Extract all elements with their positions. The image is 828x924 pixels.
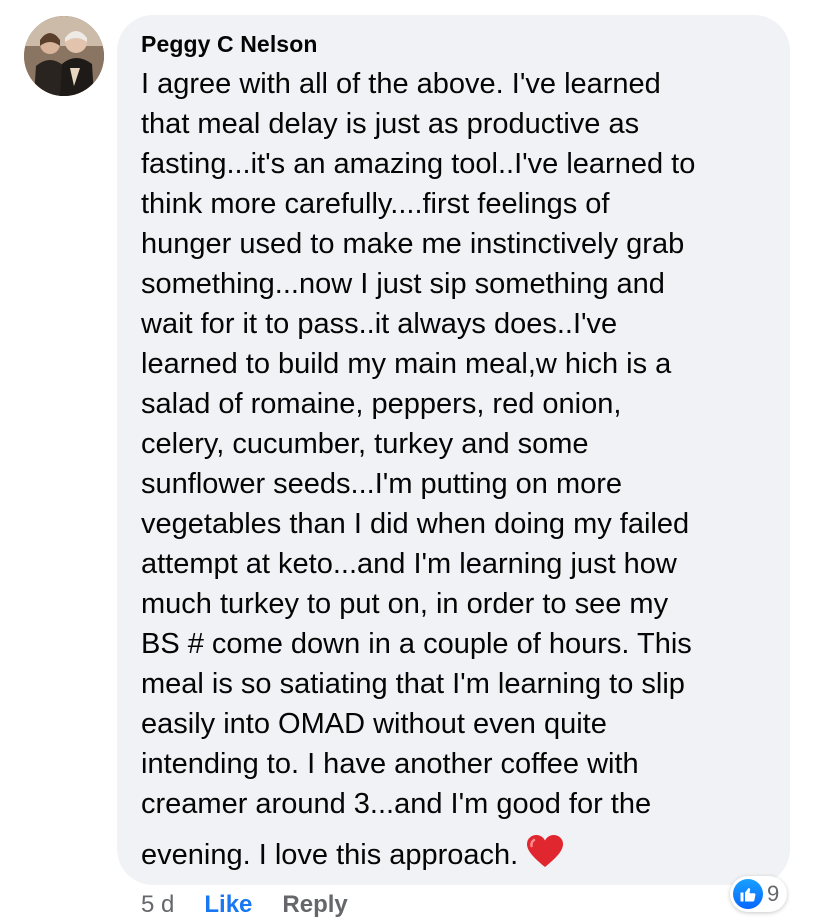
comment-line-text: easily into OMAD without even quite (141, 708, 607, 740)
comment-line: that meal delay is just as productive as (141, 104, 781, 144)
comment-line: think more carefully....first feelings o… (141, 184, 781, 224)
comment-line: sunflower seeds...I'm putting on more (141, 464, 781, 504)
comment-line: much turkey to put on, in order to see m… (141, 584, 781, 624)
comment-line-text: much turkey to put on, in order to see m… (141, 588, 669, 620)
heart-emoji (526, 834, 564, 879)
comment-line-text: think more carefully....first feelings o… (141, 188, 610, 220)
comment-line-text: something...now I just sip something and (141, 268, 665, 300)
comment-line-text: creamer around 3...and I'm good for the (141, 788, 652, 820)
comment-line-text: wait for it to pass..it always does..I'v… (141, 308, 618, 340)
comment-line-text: attempt at keto...and I'm learning just … (141, 548, 677, 580)
comment-actions: 5 d Like Reply (141, 891, 348, 919)
comment-body: I agree with all of the above. I've lear… (141, 64, 781, 879)
comment-line-text: fasting...it's an amazing tool..I've lea… (141, 148, 696, 180)
comment-line-text: evening. I love this approach. (141, 839, 519, 871)
comment-line-text: that meal delay is just as productive as (141, 108, 640, 140)
comment-age[interactable]: 5 d (141, 891, 174, 919)
comment-line-text: vegetables than I did when doing my fail… (141, 508, 690, 540)
avatar-photo (24, 16, 104, 96)
comment-line: evening. I love this approach. (141, 834, 781, 879)
comment-line: salad of romaine, peppers, red onion, (141, 384, 781, 424)
comment-author[interactable]: Peggy C Nelson (141, 31, 318, 58)
comment-line: learned to build my main meal,w hich is … (141, 344, 781, 384)
comment-line-text: I agree with all of the above. I've lear… (141, 68, 661, 100)
reaction-summary[interactable]: 9 (730, 876, 788, 912)
comment-line-text: celery, cucumber, turkey and some (141, 428, 589, 460)
comment-line: something...now I just sip something and (141, 264, 781, 304)
comment-line-text: intending to. I have another coffee with (141, 748, 639, 780)
comment-line: wait for it to pass..it always does..I'v… (141, 304, 781, 344)
comment-line: vegetables than I did when doing my fail… (141, 504, 781, 544)
avatar[interactable] (24, 16, 104, 96)
comment-line-text: hunger used to make me instinctively gra… (141, 228, 685, 260)
comment-line: I agree with all of the above. I've lear… (141, 64, 781, 104)
comment-line-text: meal is so satiating that I'm learning t… (141, 668, 685, 700)
like-button[interactable]: Like (204, 891, 252, 919)
reply-button[interactable]: Reply (282, 891, 347, 919)
comment-line: meal is so satiating that I'm learning t… (141, 664, 781, 704)
like-icon (733, 879, 763, 909)
comment-line-text: learned to build my main meal,w hich is … (141, 348, 672, 380)
comment-line: easily into OMAD without even quite (141, 704, 781, 744)
reaction-count: 9 (767, 881, 780, 906)
comment-line-text: salad of romaine, peppers, red onion, (141, 388, 622, 420)
comment-line: creamer around 3...and I'm good for the (141, 784, 781, 824)
comment-line: intending to. I have another coffee with (141, 744, 781, 784)
comment-line: BS # come down in a couple of hours. Thi… (141, 624, 781, 664)
comment-line-text: BS # come down in a couple of hours. Thi… (141, 628, 692, 660)
comment-line: attempt at keto...and I'm learning just … (141, 544, 781, 584)
comment-line: celery, cucumber, turkey and some (141, 424, 781, 464)
comment-line: fasting...it's an amazing tool..I've lea… (141, 144, 781, 184)
comment-line: hunger used to make me instinctively gra… (141, 224, 781, 264)
comment-line-text: sunflower seeds...I'm putting on more (141, 468, 623, 500)
